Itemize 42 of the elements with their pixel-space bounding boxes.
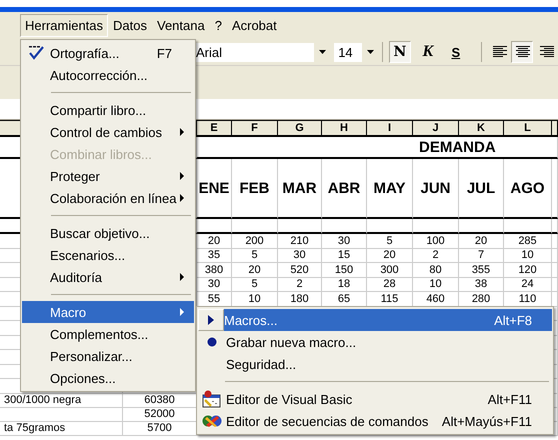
table-cell: 210: [278, 234, 322, 248]
table-cell: 300: [367, 263, 413, 278]
table-cell: 10: [504, 248, 552, 263]
table-cell: 20: [367, 248, 413, 263]
table-cell: 520: [278, 263, 322, 278]
table-cell: 35: [197, 248, 232, 263]
month-header: AGO: [504, 159, 552, 219]
table-cell: 28: [367, 278, 413, 292]
table-cell: 5: [232, 278, 278, 292]
table-cell: 285: [504, 234, 552, 248]
table-cell: 10: [413, 278, 459, 292]
table-cell: 380: [197, 263, 232, 278]
table-cell: 5: [232, 248, 278, 263]
table-cell: 150: [322, 263, 367, 278]
table-cell: 38: [459, 278, 504, 292]
table-cell: 30: [278, 248, 322, 263]
table-cell: ta 75gramos: [0, 422, 123, 436]
table-cell: 24: [504, 278, 552, 292]
table-cell: 30: [197, 278, 232, 292]
table-cell: 2: [278, 278, 322, 292]
table-cell: 80: [413, 263, 459, 278]
month-header: ABR: [322, 159, 367, 219]
month-header: JUN: [413, 159, 459, 219]
table-cell: 100: [413, 234, 459, 248]
table-cell: 120: [504, 263, 552, 278]
table-cell: 200: [232, 234, 278, 248]
table-cell: 2: [413, 248, 459, 263]
table-cell: 20: [232, 263, 278, 278]
table-cell: 20: [459, 234, 504, 248]
month-header: FEB: [232, 159, 278, 219]
table-cell: 15: [322, 248, 367, 263]
month-header: MAY: [367, 159, 413, 219]
table-cell: 30: [322, 234, 367, 248]
month-header: JUL: [459, 159, 504, 219]
table-cell: 5: [367, 234, 413, 248]
month-header: MAR: [278, 159, 322, 219]
table-cell: 20: [197, 234, 232, 248]
table-title: DEMANDA: [197, 137, 558, 159]
table-cell: 7: [459, 248, 504, 263]
table-cell: 355: [459, 263, 504, 278]
table-cell: 300/1000 negra: [0, 394, 123, 408]
table-cell: 18: [322, 278, 367, 292]
